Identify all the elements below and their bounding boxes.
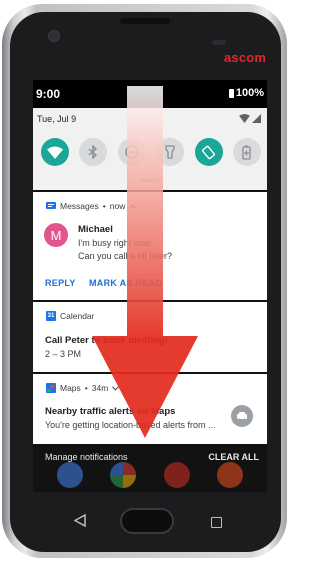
wifi-icon [47,146,63,159]
reply-button[interactable]: REPLY [45,278,76,288]
battery-percent: 100% [235,87,264,99]
notification-header: 31 Calendar [46,311,95,321]
front-camera [48,30,60,42]
messages-icon [46,202,56,209]
back-icon[interactable] [74,514,86,527]
tile-battery-saver[interactable] [232,138,261,166]
quick-settings-tiles [41,138,261,166]
quick-settings-panel: Tue, Jul 9 [33,108,267,190]
app-name: Maps [60,383,81,393]
proximity-sensor [212,40,226,45]
qs-drag-handle[interactable] [141,179,159,182]
play-store-icon [163,462,190,488]
screen: 9:00 100% Tue, Jul 9 Messages • now M Mi… [33,80,267,492]
notification-messages[interactable]: Messages • now M Michael I'm busy right … [33,192,267,300]
bluetooth-icon [88,145,98,159]
event-title: Call Peter to book meeting! [45,335,168,346]
phone-app-icon [56,462,83,488]
signal-indicators [239,114,261,123]
tile-wifi[interactable] [41,138,69,166]
message-line-1: I'm busy right now. [78,238,153,248]
notification-header: Maps • 34m [46,383,120,393]
notification-time: now [109,201,126,211]
tile-bluetooth[interactable] [79,138,108,166]
maps-alert-body: You're getting location-based alerts fro… [45,420,216,430]
chevron-down-icon[interactable] [112,385,120,391]
navigation-bar [30,500,260,544]
qs-date: Tue, Jul 9 [37,114,77,124]
notification-age: 34m [91,383,109,393]
notification-header: Messages • now [46,201,137,211]
battery-saver-icon [242,145,252,160]
tile-auto-rotate[interactable] [194,138,223,166]
message-sender: Michael [78,224,113,235]
maps-icon [46,383,56,393]
home-dock [43,462,257,492]
clear-all-button[interactable]: CLEAR ALL [208,452,259,462]
event-time: 2 – 3 PM [45,349,82,359]
battery-icon [228,88,234,98]
chevron-up-icon[interactable] [129,203,137,209]
app-name: Calendar [60,311,95,321]
car-icon [237,412,247,421]
app-name: Messages [60,201,99,211]
flashlight-icon [165,145,175,159]
tile-do-not-disturb[interactable] [117,138,146,166]
manage-notifications-button[interactable]: Manage notifications [45,452,128,462]
maps-alert-title: Nearby traffic alerts on Maps [45,406,176,417]
status-bar: 9:00 100% [33,80,267,108]
home-button[interactable] [120,508,174,534]
notification-calendar[interactable]: 31 Calendar Call Peter to book meeting! … [33,302,267,372]
avatar: M [44,223,68,247]
do-not-disturb-icon [125,145,139,159]
status-battery: 100% [228,87,264,99]
tile-flashlight[interactable] [156,138,185,166]
status-time: 9:00 [36,87,61,101]
earpiece-speaker [120,18,170,24]
wifi-signal-icon [239,114,250,123]
calendar-icon: 31 [46,311,56,321]
traffic-thumbnail-icon [231,405,253,427]
separator: • [84,383,88,393]
separator: • [102,201,106,211]
notification-maps[interactable]: Maps • 34m Nearby traffic alerts on Maps… [33,374,267,444]
mark-as-read-button[interactable]: MARK AS READ [89,278,162,288]
auto-rotate-icon [202,145,216,159]
recents-icon[interactable] [211,517,222,528]
cell-signal-icon [252,114,261,123]
brand-logo: ascom [224,50,267,65]
play-music-icon [217,462,244,488]
photos-app-icon [110,462,137,488]
message-line-2: Can you call a bit later? [78,251,173,261]
